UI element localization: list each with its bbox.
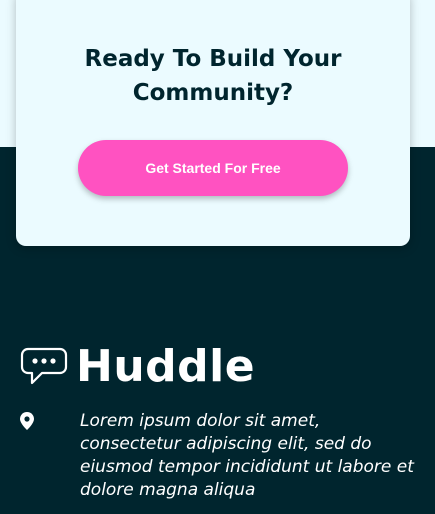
- address-text: Lorem ipsum dolor sit amet, consectetur …: [80, 411, 414, 500]
- brand-name: Huddle: [76, 341, 256, 392]
- cta-card: Ready To Build Your Community? Get Start…: [16, 0, 410, 246]
- footer-logo[interactable]: Huddle: [20, 340, 255, 394]
- chat-bubble-icon: [20, 347, 68, 385]
- get-started-button[interactable]: Get Started For Free: [78, 140, 348, 196]
- cta-title: Ready To Build Your Community?: [84, 46, 342, 106]
- location-pin-icon: [20, 412, 34, 430]
